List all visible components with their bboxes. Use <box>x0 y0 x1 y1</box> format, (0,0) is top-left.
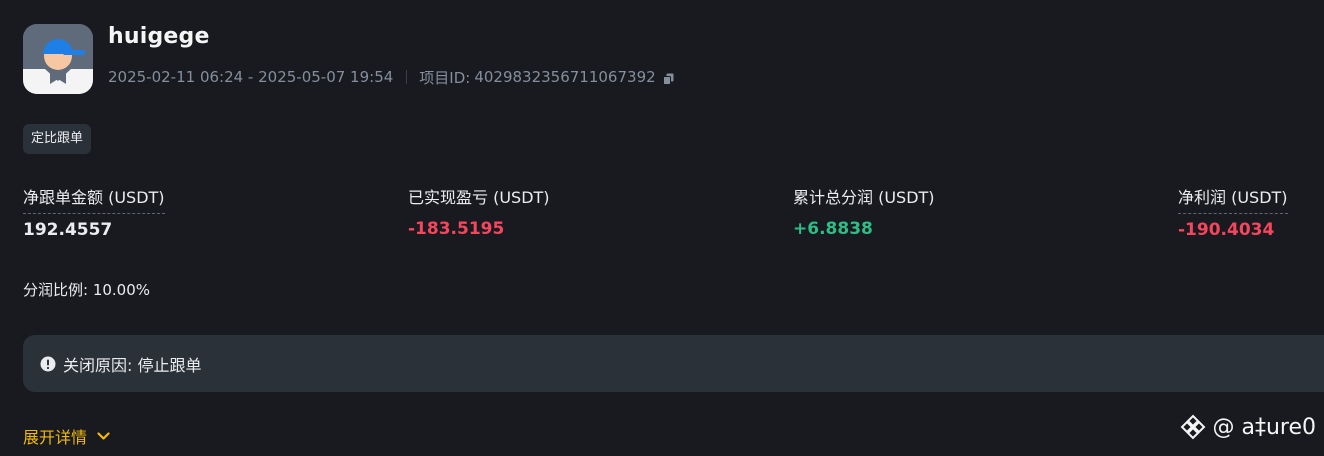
profit-share-ratio: 分润比例: 10.00% <box>23 281 151 299</box>
watermark: @ a‡ure0 <box>1180 414 1316 440</box>
stat-net-profit: 净利润 (USDT) -190.4034 <box>1178 184 1288 240</box>
stat-label[interactable]: 净利润 (USDT) <box>1178 184 1288 214</box>
date-range: 2025-02-11 06:24 - 2025-05-07 19:54 <box>108 68 394 86</box>
meta-line: 2025-02-11 06:24 - 2025-05-07 19:54 项目ID… <box>108 67 674 87</box>
stat-value: -183.5195 <box>408 219 505 239</box>
stat-net-copy-amount: 净跟单金额 (USDT) 192.4557 <box>23 184 165 240</box>
watermark-text: @ a‡ure0 <box>1212 414 1316 440</box>
copy-icon[interactable] <box>662 71 674 85</box>
stat-label: 累计总分润 (USDT) <box>793 188 935 207</box>
copy-mode-tag: 定比跟单 <box>23 124 92 154</box>
expand-details-button[interactable]: 展开详情 <box>23 424 110 448</box>
chevron-down-icon <box>97 431 110 440</box>
avatar <box>23 24 93 94</box>
alert-circle-icon <box>40 356 56 371</box>
stat-value: -190.4034 <box>1178 220 1275 240</box>
avatar-image <box>23 24 93 94</box>
divider <box>406 70 408 84</box>
close-reason-text: 关闭原因: 停止跟单 <box>63 355 202 375</box>
stat-value: 192.4557 <box>23 220 113 240</box>
expand-details-label: 展开详情 <box>23 428 88 447</box>
close-reason-banner: 关闭原因: 停止跟单 <box>23 335 1324 392</box>
trader-name: huigege <box>108 24 210 49</box>
stat-value: +6.8838 <box>793 219 873 239</box>
stat-label[interactable]: 净跟单金额 (USDT) <box>23 184 165 214</box>
project-id-label: 项目ID: <box>419 68 471 87</box>
stat-total-profit-share: 累计总分润 (USDT) +6.8838 <box>793 184 935 239</box>
project-id: 4029832356711067392 <box>474 68 656 86</box>
stat-realized-pnl: 已实现盈亏 (USDT) -183.5195 <box>408 184 550 239</box>
binance-logo-icon <box>1181 414 1206 440</box>
stat-label: 已实现盈亏 (USDT) <box>408 188 550 207</box>
